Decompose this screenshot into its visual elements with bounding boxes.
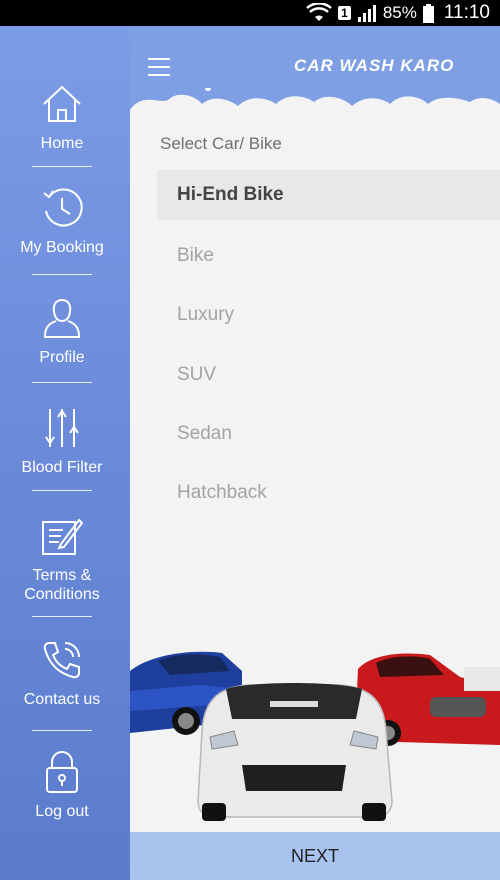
next-button[interactable]: NEXT — [130, 832, 500, 880]
history-icon — [40, 186, 84, 230]
sim-icon: 1 — [338, 6, 351, 20]
menu-button[interactable] — [148, 56, 172, 78]
divider — [32, 730, 92, 731]
drawer-item-my-booking[interactable]: My Booking — [0, 186, 124, 257]
navigation-drawer: Home My Booking Profile Blood Filter Ter… — [0, 26, 130, 880]
white-car — [197, 683, 393, 821]
divider — [32, 490, 92, 491]
cloud-decoration — [130, 88, 500, 138]
drawer-item-contact[interactable]: Contact us — [0, 638, 124, 709]
select-title: Select Car/ Bike — [160, 134, 282, 153]
battery-icon — [422, 3, 434, 23]
divider — [32, 274, 92, 275]
drawer-item-profile[interactable]: Profile — [0, 296, 124, 367]
divider — [32, 382, 92, 383]
option-luxury[interactable]: Luxury — [157, 290, 500, 340]
drawer-item-label: Contact us — [23, 691, 101, 708]
divider — [32, 166, 92, 167]
lock-icon — [40, 750, 84, 794]
drawer-item-label: Blood Filter — [21, 459, 103, 476]
drawer-item-terms[interactable]: Terms & Conditions — [0, 514, 124, 604]
main-content: CAR WASH KARO Select Car/ Bike Hi-End Bi… — [130, 26, 500, 880]
user-icon — [40, 296, 84, 340]
drawer-item-label: Home — [40, 135, 84, 152]
drawer-item-label: My Booking — [20, 239, 104, 256]
option-sedan[interactable]: Sedan — [157, 409, 500, 459]
signal-icon — [357, 4, 377, 22]
option-bike[interactable]: Bike — [157, 231, 500, 281]
drawer-item-blood-filter[interactable]: Blood Filter — [0, 406, 124, 477]
sim-slot: 1 — [341, 6, 348, 20]
drawer-item-logout[interactable]: Log out — [0, 750, 124, 821]
clock: 11:10 — [443, 2, 490, 23]
drawer-item-label: Profile — [39, 349, 85, 366]
divider — [32, 616, 92, 617]
drawer-item-label: Terms & Conditions — [24, 567, 100, 603]
filter-sliders-icon — [40, 406, 84, 450]
status-bar: 1 85% 11:10 — [0, 0, 500, 26]
wifi-icon — [306, 3, 332, 23]
cars-illustration — [130, 651, 500, 821]
battery-percent: 85% — [382, 3, 417, 22]
home-icon — [40, 82, 84, 126]
drawer-item-home[interactable]: Home — [0, 82, 124, 153]
menu-icon — [148, 58, 170, 60]
document-edit-icon — [40, 514, 84, 558]
drawer-item-label: Log out — [35, 803, 89, 820]
brand-logo: CAR WASH KARO — [294, 56, 455, 75]
option-suv[interactable]: SUV — [157, 350, 500, 400]
phone-icon — [40, 638, 84, 682]
option-hi-end-bike[interactable]: Hi-End Bike — [157, 170, 500, 220]
option-hatchback[interactable]: Hatchback — [157, 468, 500, 518]
